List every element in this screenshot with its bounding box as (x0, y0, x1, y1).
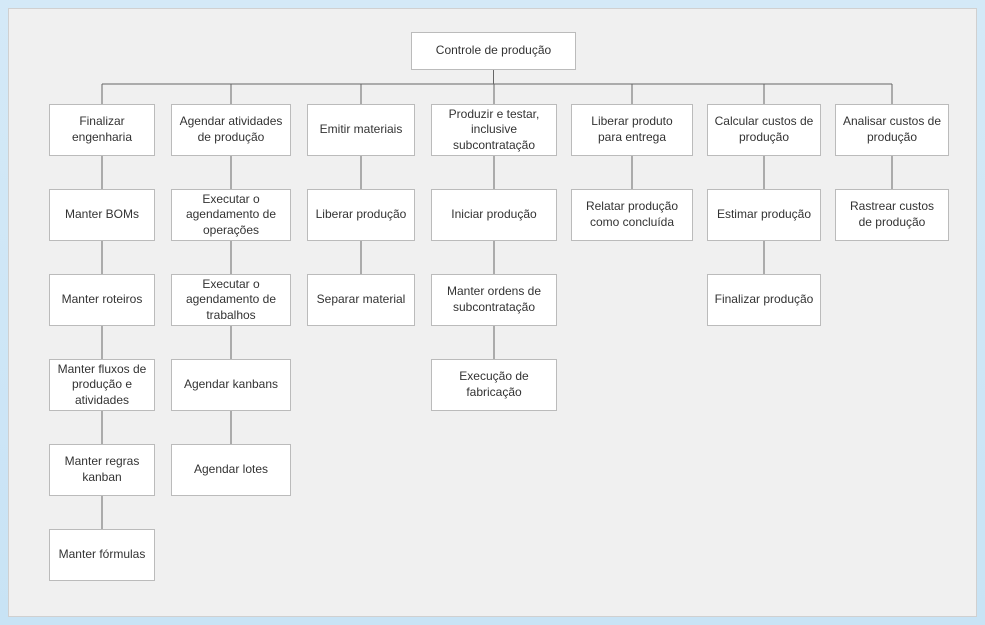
branch-3: Produzir e testar, inclusive subcontrata… (431, 104, 557, 156)
branch-0: Finalizar engenharia (49, 104, 155, 156)
node-5-0: Estimar produção (707, 189, 821, 241)
node-1-0: Executar o agendamento de operações (171, 189, 291, 241)
node-1-1: Executar o agendamento de trabalhos (171, 274, 291, 326)
node-1-2: Agendar kanbans (171, 359, 291, 411)
branch-4: Liberar produto para entrega (571, 104, 693, 156)
node-3-2: Execução de fabricação (431, 359, 557, 411)
node-0-2: Manter fluxos de produção e atividades (49, 359, 155, 411)
node-6-0: Rastrear custos de produção (835, 189, 949, 241)
root-node: Controle de produção (411, 32, 576, 70)
node-5-1: Finalizar produção (707, 274, 821, 326)
branch-2: Emitir materiais (307, 104, 415, 156)
node-0-0: Manter BOMs (49, 189, 155, 241)
branch-6: Analisar custos de produção (835, 104, 949, 156)
branch-5: Calcular custos de produção (707, 104, 821, 156)
node-0-3: Manter regras kanban (49, 444, 155, 496)
node-1-3: Agendar lotes (171, 444, 291, 496)
node-3-0: Iniciar produção (431, 189, 557, 241)
node-4-0: Relatar produção como concluída (571, 189, 693, 241)
node-0-4: Manter fórmulas (49, 529, 155, 581)
diagram-canvas: Controle de produção Finalizar engenharia… (8, 8, 977, 617)
branch-1: Agendar atividades de produção (171, 104, 291, 156)
node-2-1: Separar material (307, 274, 415, 326)
node-0-1: Manter roteiros (49, 274, 155, 326)
node-2-0: Liberar produção (307, 189, 415, 241)
node-3-1: Manter ordens de subcontratação (431, 274, 557, 326)
